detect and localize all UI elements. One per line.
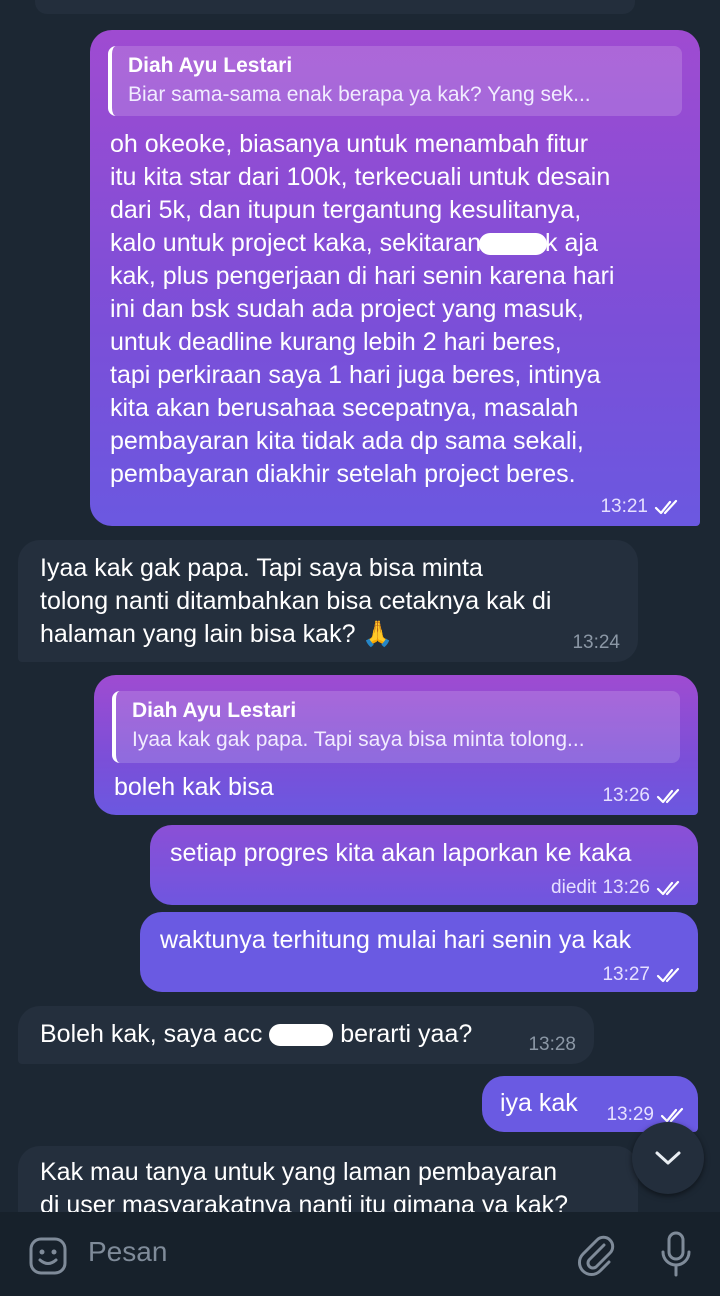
outgoing-message[interactable]: Diah Ayu Lestari Biar sama-sama enak ber…	[90, 30, 700, 526]
double-check-icon	[656, 880, 680, 896]
emoji-sticker-icon	[29, 1237, 67, 1275]
incoming-message[interactable]: Iyaa kak gak papa. Tapi saya bisa minta …	[18, 540, 638, 662]
message-time: 13:29	[606, 1104, 654, 1125]
message-input[interactable]: Pesan	[88, 1236, 167, 1268]
message-time: 13:26	[602, 785, 650, 806]
message-time: 13:28	[528, 1034, 576, 1055]
message-text: waktunya terhitung mulai hari senin ya k…	[160, 926, 632, 954]
reply-sender-name: Diah Ayu Lestari	[128, 54, 293, 77]
previous-message-edge	[35, 0, 635, 14]
reply-quote[interactable]: Diah Ayu Lestari Iyaa kak gak papa. Tapi…	[112, 691, 680, 763]
redaction-mark	[479, 233, 548, 256]
redaction-mark	[269, 1024, 334, 1047]
voice-button[interactable]	[652, 1228, 700, 1282]
emoji-button[interactable]	[24, 1232, 72, 1280]
attach-button[interactable]	[572, 1230, 620, 1280]
double-check-icon	[654, 499, 678, 515]
message-meta: 13:26	[602, 785, 684, 807]
message-meta: diedit 13:26	[551, 877, 684, 899]
message-time: 13:26	[602, 877, 650, 898]
message-text-part: berarti yaa?	[340, 1020, 473, 1048]
outgoing-message[interactable]: Diah Ayu Lestari Iyaa kak gak papa. Tapi…	[94, 675, 698, 815]
incoming-message[interactable]: Boleh kak, saya acc berarti yaa? 13:28	[18, 1006, 594, 1064]
message-text: oh okeoke, biasanya untuk menambah fitur…	[110, 128, 695, 491]
message-text: Boleh kak, saya acc berarti yaa?	[40, 1018, 472, 1051]
message-text: Kak mau tanya untuk yang laman pembayara…	[40, 1158, 569, 1212]
paperclip-icon	[578, 1235, 615, 1276]
scroll-down-button[interactable]	[632, 1122, 704, 1194]
double-check-icon	[656, 788, 680, 804]
message-time: 13:27	[602, 964, 650, 985]
edited-label: diedit	[551, 877, 597, 898]
message-meta: 13:21	[600, 496, 682, 518]
incoming-message[interactable]: Kak mau tanya untuk yang laman pembayara…	[18, 1146, 638, 1212]
outgoing-message[interactable]: setiap progres kita akan laporkan ke kak…	[150, 825, 698, 905]
message-meta: 13:28	[528, 1034, 576, 1056]
message-text: boleh kak bisa	[114, 773, 274, 801]
chat-area[interactable]: Diah Ayu Lestari Biar sama-sama enak ber…	[0, 0, 720, 1212]
message-text: iya kak	[500, 1089, 578, 1117]
reply-preview-text: Biar sama-sama enak berapa ya kak? Yang …	[128, 83, 591, 106]
reply-sender-name: Diah Ayu Lestari	[132, 699, 297, 722]
reply-quote[interactable]: Diah Ayu Lestari Biar sama-sama enak ber…	[108, 46, 682, 116]
reply-preview-text: Iyaa kak gak papa. Tapi saya bisa minta …	[132, 728, 585, 751]
message-text-part: Boleh kak, saya acc	[40, 1020, 263, 1048]
message-meta: 13:24	[572, 632, 620, 654]
chevron-down-icon	[655, 1151, 681, 1165]
message-text: Iyaa kak gak papa. Tapi saya bisa minta …	[40, 554, 552, 648]
double-check-icon	[656, 967, 680, 983]
message-time: 13:21	[600, 496, 648, 517]
microphone-icon	[661, 1231, 691, 1277]
message-meta: 13:27	[602, 964, 684, 986]
message-time: 13:24	[572, 632, 620, 653]
outgoing-message[interactable]: waktunya terhitung mulai hari senin ya k…	[140, 912, 698, 992]
message-text-part: k aja kak, plus pengerjaan di hari senin…	[110, 229, 615, 488]
message-input-bar: Pesan	[0, 1212, 720, 1296]
message-text: setiap progres kita akan laporkan ke kak…	[170, 839, 632, 867]
